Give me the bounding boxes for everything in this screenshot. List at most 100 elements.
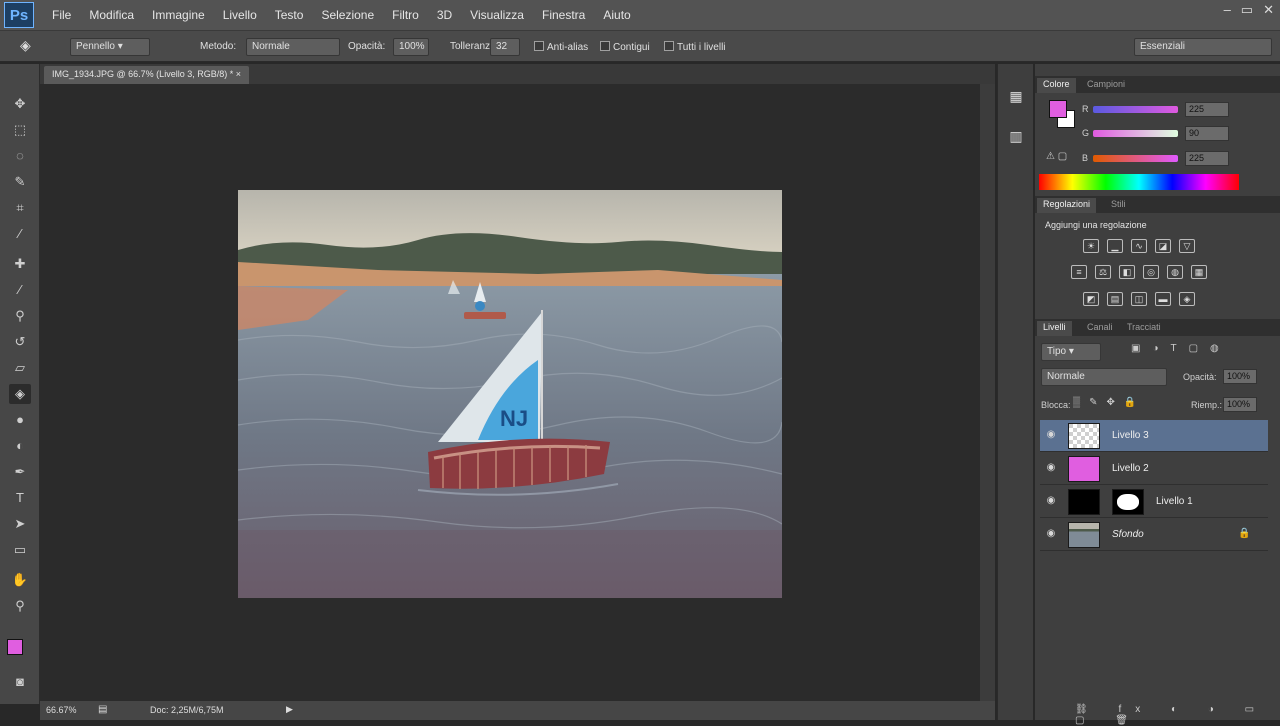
menu-filter[interactable]: Filtro bbox=[392, 8, 419, 22]
workspace-select[interactable]: Essenziali bbox=[1134, 38, 1272, 56]
healing-brush-tool-icon[interactable]: ✚ bbox=[9, 254, 31, 274]
opacity-input[interactable]: 100% bbox=[393, 38, 429, 56]
levels-icon[interactable]: ▁ bbox=[1107, 239, 1123, 253]
type-tool-icon[interactable]: T bbox=[9, 488, 31, 508]
hue-saturation-icon[interactable]: ≡ bbox=[1071, 265, 1087, 279]
layer-row-sfondo[interactable]: ◉ Sfondo 🔒 bbox=[1040, 519, 1268, 551]
layer-row-livello-1[interactable]: ◉ Livello 1 bbox=[1040, 486, 1268, 518]
foreground-color-swatch[interactable] bbox=[7, 639, 23, 655]
layer-filter-icons[interactable]: ▣◑T▢◍ bbox=[1131, 343, 1231, 354]
crop-tool-icon[interactable]: ⌗ bbox=[9, 198, 31, 218]
fill-input[interactable]: 100% bbox=[1223, 397, 1257, 412]
layer-row-livello-3[interactable]: ◉ Livello 3 bbox=[1040, 420, 1268, 452]
gradient-map-icon[interactable]: ▬ bbox=[1155, 292, 1171, 306]
threshold-icon[interactable]: ◫ bbox=[1131, 292, 1147, 306]
channel-g-input[interactable]: 90 bbox=[1185, 126, 1229, 141]
invert-icon[interactable]: ◩ bbox=[1083, 292, 1099, 306]
path-select-tool-icon[interactable]: ➤ bbox=[9, 514, 31, 534]
channel-b-input[interactable]: 225 bbox=[1185, 151, 1229, 166]
quick-select-tool-icon[interactable]: ✎ bbox=[9, 172, 31, 192]
move-tool-icon[interactable]: ✥ bbox=[9, 94, 31, 114]
eyedropper-tool-icon[interactable]: ⁄ bbox=[9, 224, 31, 244]
curves-icon[interactable]: ∿ bbox=[1131, 239, 1147, 253]
paint-bucket-tool-icon[interactable]: ◈ bbox=[9, 384, 31, 404]
layer-opacity-input[interactable]: 100% bbox=[1223, 369, 1257, 384]
blend-mode-select[interactable]: Normale bbox=[1041, 368, 1167, 386]
channel-r-input[interactable]: 225 bbox=[1185, 102, 1229, 117]
menu-type[interactable]: Testo bbox=[275, 8, 304, 22]
maximize-button[interactable]: ▭ bbox=[1241, 2, 1253, 18]
tab-channels[interactable]: Canali bbox=[1081, 321, 1119, 336]
menu-help[interactable]: Aiuto bbox=[603, 8, 630, 22]
menu-layer[interactable]: Livello bbox=[223, 8, 257, 22]
menu-window[interactable]: Finestra bbox=[542, 8, 585, 22]
contiguous-checkbox[interactable]: Contigui bbox=[600, 41, 650, 53]
tab-swatches[interactable]: Campioni bbox=[1081, 78, 1131, 93]
pen-tool-icon[interactable]: ✒ bbox=[9, 462, 31, 482]
menu-image[interactable]: Immagine bbox=[152, 8, 205, 22]
tab-paths[interactable]: Tracciati bbox=[1121, 321, 1167, 336]
menu-3d[interactable]: 3D bbox=[437, 8, 452, 22]
vertical-scrollbar[interactable] bbox=[980, 84, 995, 701]
menu-view[interactable]: Visualizza bbox=[470, 8, 524, 22]
tab-styles[interactable]: Stili bbox=[1105, 198, 1132, 213]
tab-color[interactable]: Colore bbox=[1037, 78, 1076, 93]
vibrance-icon[interactable]: ▽ bbox=[1179, 239, 1195, 253]
color-lookup-icon[interactable]: ▦ bbox=[1191, 265, 1207, 279]
history-brush-tool-icon[interactable]: ↺ bbox=[9, 332, 31, 352]
antialias-checkbox[interactable]: Anti-alias bbox=[534, 41, 588, 53]
zoom-level[interactable]: 66.67% bbox=[46, 705, 77, 715]
visibility-eye-icon[interactable]: ◉ bbox=[1044, 462, 1058, 476]
menu-file[interactable]: File bbox=[52, 8, 71, 22]
tab-layers[interactable]: Livelli bbox=[1037, 321, 1072, 336]
menu-edit[interactable]: Modifica bbox=[89, 8, 134, 22]
document-canvas-photo[interactable]: NJ bbox=[238, 190, 782, 598]
layer-kind-filter[interactable]: Tipo ▾ bbox=[1041, 343, 1101, 361]
exposure-icon[interactable]: ◪ bbox=[1155, 239, 1171, 253]
close-button[interactable]: ✕ bbox=[1263, 2, 1274, 18]
selective-color-icon[interactable]: ◈ bbox=[1179, 292, 1195, 306]
tab-adjustments[interactable]: Regolazioni bbox=[1037, 198, 1097, 213]
visibility-eye-icon[interactable]: ◉ bbox=[1044, 495, 1058, 509]
close-tab-icon[interactable]: × bbox=[236, 69, 241, 79]
black-white-icon[interactable]: ◧ bbox=[1119, 265, 1135, 279]
properties-panel-icon[interactable]: ▥ bbox=[1006, 128, 1026, 150]
channel-b-slider[interactable] bbox=[1093, 155, 1178, 162]
lasso-tool-icon[interactable]: ◌ bbox=[9, 146, 31, 166]
visibility-eye-icon[interactable]: ◉ bbox=[1044, 528, 1058, 542]
color-panel-foreground-swatch[interactable] bbox=[1049, 100, 1067, 118]
mode-select[interactable]: Normale bbox=[246, 38, 340, 56]
paint-bucket-tool-icon[interactable]: ◈ bbox=[20, 37, 42, 57]
all-layers-checkbox[interactable]: Tutti i livelli bbox=[664, 41, 726, 53]
status-menu-arrow-icon[interactable]: ▶ bbox=[286, 704, 293, 715]
hand-tool-icon[interactable]: ✋ bbox=[9, 570, 31, 590]
zoom-tool-icon[interactable]: ⚲ bbox=[9, 596, 31, 616]
eraser-tool-icon[interactable]: ▱ bbox=[9, 358, 31, 378]
lock-icons[interactable]: ▒✎✥🔒 bbox=[1073, 397, 1145, 408]
brush-preset-picker[interactable]: Pennello ▾ bbox=[70, 38, 150, 56]
layer-mask-thumbnail[interactable] bbox=[1112, 489, 1144, 515]
dodge-tool-icon[interactable]: ◐ bbox=[9, 436, 31, 456]
brush-tool-icon[interactable]: ∕ bbox=[9, 280, 31, 300]
document-tab[interactable]: IMG_1934.JPG @ 66.7% (Livello 3, RGB/8) … bbox=[44, 66, 249, 84]
gamut-warning-icon[interactable]: ⚠ ▢ bbox=[1046, 151, 1067, 162]
color-spectrum-ramp[interactable] bbox=[1039, 174, 1239, 190]
layer-row-livello-2[interactable]: ◉ Livello 2 bbox=[1040, 453, 1268, 485]
brightness-contrast-icon[interactable]: ☀ bbox=[1083, 239, 1099, 253]
channel-r-slider[interactable] bbox=[1093, 106, 1178, 113]
history-panel-icon[interactable]: ▦ bbox=[1006, 88, 1026, 110]
marquee-tool-icon[interactable]: ⬚ bbox=[9, 120, 31, 140]
photo-filter-icon[interactable]: ◎ bbox=[1143, 265, 1159, 279]
status-info-icon[interactable]: ▤ bbox=[98, 704, 107, 715]
tolerance-input[interactable]: 32 bbox=[490, 38, 520, 56]
color-balance-icon[interactable]: ⚖ bbox=[1095, 265, 1111, 279]
quick-mask-icon[interactable]: ◙ bbox=[9, 672, 31, 692]
menu-select[interactable]: Selezione bbox=[321, 8, 374, 22]
visibility-eye-icon[interactable]: ◉ bbox=[1044, 429, 1058, 443]
channel-mixer-icon[interactable]: ◍ bbox=[1167, 265, 1183, 279]
blur-tool-icon[interactable]: ● bbox=[9, 410, 31, 430]
layers-panel-footer-icons[interactable]: ⛓ fx ◐ ◑ ▭ ▢ 🗑 bbox=[1075, 704, 1280, 726]
shape-tool-icon[interactable]: ▭ bbox=[9, 540, 31, 560]
minimize-button[interactable]: – bbox=[1224, 2, 1231, 18]
channel-g-slider[interactable] bbox=[1093, 130, 1178, 137]
